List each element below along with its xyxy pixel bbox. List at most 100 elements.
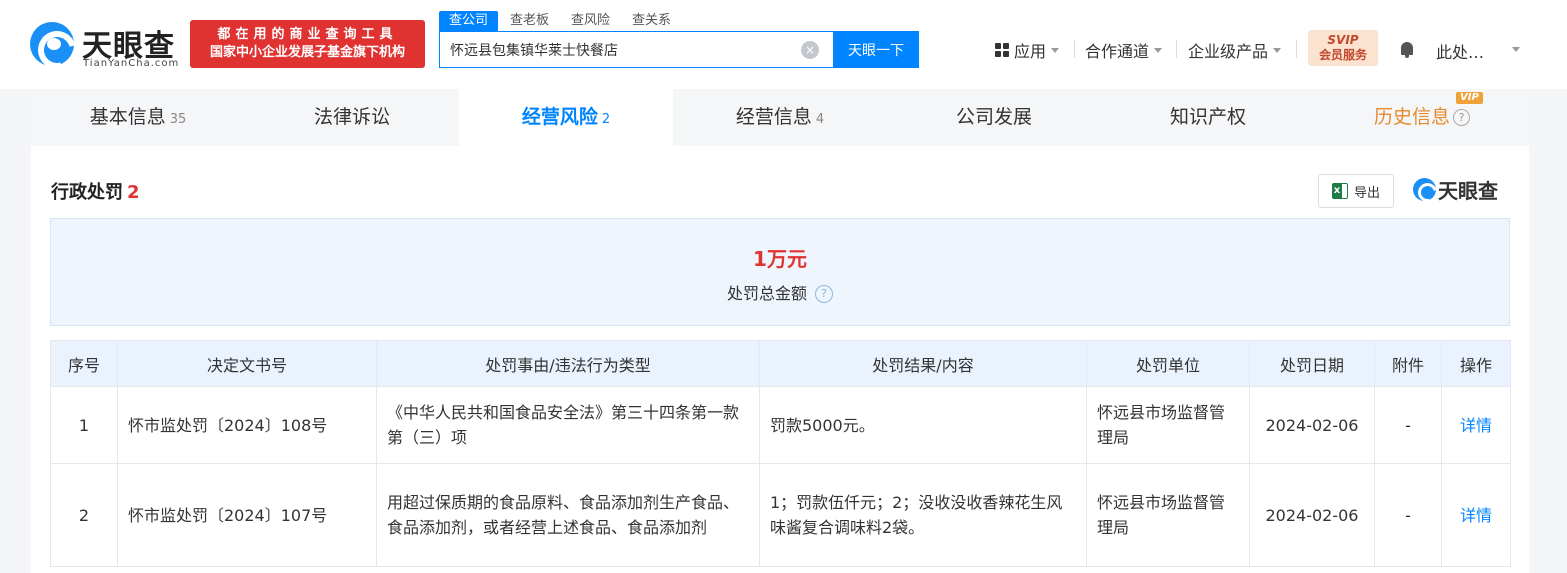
search-tab-relation[interactable]: 查关系: [622, 11, 681, 31]
help-icon[interactable]: ?: [815, 285, 834, 303]
penalty-total-label: 处罚总金额 ?: [51, 280, 1509, 304]
svip-sub-label: 会员服务: [1318, 48, 1367, 62]
export-label: 导出: [1353, 185, 1380, 201]
nav-divider: [1074, 40, 1075, 58]
bell-icon[interactable]: [1399, 42, 1415, 58]
logo-mark-icon: [30, 22, 74, 66]
svip-label: SVIP: [1327, 33, 1359, 47]
cell-doc-no: 怀市监处罚〔2024〕108号: [117, 386, 377, 464]
tab-count: 35: [169, 112, 187, 127]
chevron-down-icon: [1273, 47, 1282, 53]
tab-basic-info[interactable]: 基本信息 35: [31, 89, 245, 146]
clear-icon[interactable]: ×: [801, 41, 819, 59]
tab-count: 4: [815, 112, 825, 127]
apps-grid-icon: [995, 43, 1009, 57]
cell-reason: 《中华人民共和国食品安全法》第三十四条第一款第（三）项: [376, 386, 760, 464]
cell-index: 2: [50, 463, 118, 567]
section-title-text: 行政处罚: [51, 182, 123, 203]
tab-label: 知识产权: [1169, 106, 1246, 128]
section-count: 2: [127, 182, 140, 203]
search-input[interactable]: [440, 32, 790, 67]
logo-subtext: TianYanCha.com: [83, 58, 180, 69]
chevron-down-icon[interactable]: [1512, 47, 1520, 52]
cell-action: 详情: [1441, 463, 1511, 567]
slogan-line1: 都在用的商业查询工具: [217, 27, 398, 42]
cell-reason: 用超过保质期的食品原料、食品添加剂生产食品、食品添加剂，或者经营上述食品、食品添…: [376, 463, 760, 567]
tab-history[interactable]: 历史信息? VIP: [1315, 89, 1529, 146]
column-header: 处罚结果/内容: [759, 340, 1087, 387]
search-button[interactable]: 天眼一下: [833, 31, 919, 68]
nav-coop[interactable]: 合作通道: [1085, 39, 1163, 61]
tab-development[interactable]: 公司发展: [887, 89, 1101, 146]
search-tab-company[interactable]: 查公司: [439, 11, 499, 31]
tab-count: 2: [601, 112, 611, 127]
watermark-logo: 天眼查: [1413, 176, 1498, 203]
cell-date: 2024-02-06: [1249, 463, 1375, 567]
export-button[interactable]: 导出: [1318, 174, 1394, 208]
nav-divider: [1176, 40, 1177, 58]
column-header: 处罚单位: [1086, 340, 1250, 387]
tab-ip[interactable]: 知识产权: [1101, 89, 1315, 146]
nav-enterprise-label: 企业级产品: [1188, 42, 1269, 61]
nav-coop-label: 合作通道: [1085, 42, 1150, 61]
excel-icon: [1331, 183, 1348, 199]
penalty-total-amount: 1万元: [753, 247, 807, 271]
search-type-tabs: 查公司 查老板 查风险 查关系: [439, 11, 683, 31]
vip-badge: VIP: [1456, 92, 1483, 104]
nav-apps[interactable]: 应用: [995, 39, 1060, 61]
tab-label: 经营信息: [735, 106, 812, 128]
top-header: 天眼查 TianYanCha.com 都在用的商业查询工具 国家中小企业发展子基…: [0, 0, 1567, 89]
cell-unit: 怀远县市场监督管理局: [1086, 463, 1250, 567]
tab-label: 公司发展: [955, 106, 1032, 128]
detail-link[interactable]: 详情: [1460, 416, 1492, 435]
nav-divider: [1296, 40, 1297, 58]
user-name[interactable]: 此处…: [1436, 39, 1484, 63]
cell-action: 详情: [1441, 386, 1511, 464]
column-header: 附件: [1374, 340, 1442, 387]
table-row: 1 怀市监处罚〔2024〕108号 《中华人民共和国食品安全法》第三十四条第一款…: [50, 386, 1511, 464]
cell-attachment: -: [1374, 386, 1442, 464]
svip-button[interactable]: SVIP 会员服务: [1308, 30, 1378, 66]
logo-mark-icon: [1413, 177, 1436, 201]
tab-label: 经营风险: [521, 106, 598, 128]
cell-result: 1；罚款伍仟元；2；没收没收香辣花生风味酱复合调味料2袋。: [759, 463, 1087, 567]
penalty-total-label-text: 处罚总金额: [726, 284, 807, 303]
column-header: 处罚日期: [1249, 340, 1375, 387]
tab-label: 基本信息: [89, 106, 166, 128]
column-header: 处罚事由/违法行为类型: [376, 340, 760, 387]
cell-date: 2024-02-06: [1249, 386, 1375, 464]
tab-litigation[interactable]: 法律诉讼: [245, 89, 459, 146]
table-row: 2 怀市监处罚〔2024〕107号 用超过保质期的食品原料、食品添加剂生产食品、…: [50, 463, 1511, 567]
tab-label: 历史信息: [1373, 106, 1450, 128]
tab-label: 法律诉讼: [313, 106, 390, 128]
column-header: 操作: [1441, 340, 1511, 387]
column-header: 决定文书号: [117, 340, 377, 387]
chevron-down-icon: [1154, 47, 1163, 53]
watermark-text: 天眼查: [1438, 178, 1498, 203]
slogan-line2: 国家中小企业发展子基金旗下机构: [209, 45, 405, 60]
cell-index: 1: [50, 386, 118, 464]
main-panel: 基本信息 35 法律诉讼 经营风险 2 经营信息 4 公司发展 知识产权 历史信息? …: [31, 89, 1529, 573]
search-tab-risk[interactable]: 查风险: [561, 11, 620, 31]
slogan-banner: 都在用的商业查询工具 国家中小企业发展子基金旗下机构: [190, 20, 425, 68]
tab-business-info[interactable]: 经营信息 4: [673, 89, 887, 146]
help-icon[interactable]: ?: [1453, 109, 1470, 126]
search-tab-boss[interactable]: 查老板: [500, 11, 559, 31]
search-box: ×: [439, 31, 834, 68]
cell-result: 罚款5000元。: [759, 386, 1087, 464]
penalty-table: 序号 决定文书号 处罚事由/违法行为类型 处罚结果/内容 处罚单位 处罚日期 附…: [50, 340, 1511, 567]
tab-business-risk[interactable]: 经营风险 2: [459, 89, 673, 146]
company-tabs: 基本信息 35 法律诉讼 经营风险 2 经营信息 4 公司发展 知识产权 历史信息? …: [31, 89, 1529, 146]
chevron-down-icon: [1051, 47, 1060, 53]
cell-doc-no: 怀市监处罚〔2024〕107号: [117, 463, 377, 567]
table-header-row: 序号 决定文书号 处罚事由/违法行为类型 处罚结果/内容 处罚单位 处罚日期 附…: [50, 340, 1511, 387]
penalty-summary: 1万元 处罚总金额 ?: [50, 218, 1510, 326]
section-title: 行政处罚 2: [51, 178, 140, 204]
cell-attachment: -: [1374, 463, 1442, 567]
detail-link[interactable]: 详情: [1460, 506, 1492, 525]
cell-unit: 怀远县市场监督管理局: [1086, 386, 1250, 464]
nav-apps-label: 应用: [1014, 42, 1047, 61]
column-header: 序号: [50, 340, 118, 387]
nav-enterprise[interactable]: 企业级产品: [1188, 39, 1282, 61]
tianyancha-logo[interactable]: 天眼查 TianYanCha.com: [30, 20, 182, 69]
